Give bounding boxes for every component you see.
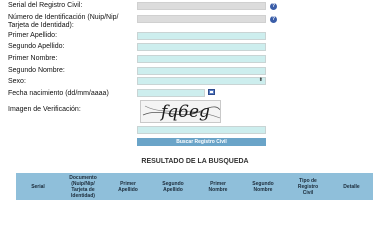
sex-label: Sexo: [8,78,26,85]
captcha-input[interactable] [137,126,266,134]
serial-input[interactable] [137,2,266,10]
column-header: Segundo Nombre [252,180,274,193]
column-header: Primer Nombre [208,180,228,193]
id-number-input[interactable] [137,15,266,23]
select-arrows-icon: ⬍ [258,77,263,83]
results-table-header: Serial Documento (Nuip/Nip/ Tarjeta de I… [16,173,373,200]
second-surname-input[interactable] [137,43,266,51]
birth-date-label: Fecha nacimiento (dd/mm/aaaa) [8,90,109,97]
first-name-label: Primer Nombre: [8,55,58,62]
results-title: RESULTADO DE LA BUSQUEDA [141,158,249,165]
search-button[interactable]: Buscar Registro Civil [137,138,266,146]
first-name-input[interactable] [137,55,266,63]
first-surname-input[interactable] [137,32,266,40]
column-header: Serial [31,183,45,190]
first-surname-label: Primer Apellido: [8,32,58,39]
column-header: Detalle [343,183,360,190]
captcha-image: fq6eg [140,100,221,123]
column-header: Segundo Apellido [162,180,184,193]
birth-date-input[interactable] [137,89,205,97]
second-name-input[interactable] [137,67,266,75]
calendar-icon[interactable] [208,89,215,95]
id-number-label-line1: Número de Identificación (Nuip/Nip/ [8,14,119,21]
serial-label: Serial del Registro Civil: [8,2,83,9]
captcha-text: fq6eg [161,102,210,122]
help-icon[interactable]: ? [270,3,277,10]
sex-select[interactable]: ⬍ [137,77,266,85]
second-surname-label: Segundo Apellido: [8,43,65,50]
id-number-label-line2: Tarjeta de Identidad): [8,22,74,29]
second-name-label: Segundo Nombre: [8,67,65,74]
help-icon[interactable]: ? [270,16,277,23]
captcha-label: Imagen de Verificación: [8,106,81,113]
column-header: Tipo de Registro Civil [297,177,319,196]
column-header: Documento (Nuip/Nip/ Tarjeta de Identida… [69,174,97,199]
column-header: Primer Apellido [118,180,138,193]
